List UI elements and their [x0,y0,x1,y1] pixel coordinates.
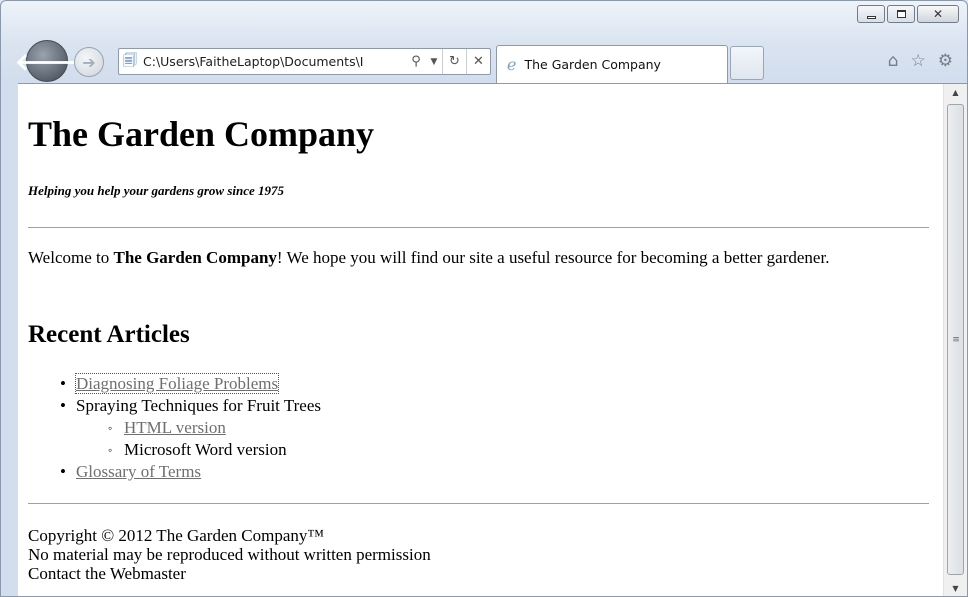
welcome-paragraph: Welcome to The Garden Company! We hope y… [28,247,908,269]
page-content: The Garden Company Helping you help your… [18,84,943,596]
contact-webmaster: Contact the Webmaster [28,564,186,583]
refresh-icon[interactable]: ↻ [442,49,466,74]
permission-notice: No material may be reproduced without wr… [28,545,431,564]
browser-window: ✕ 🡐 ➔ 🗐 C:\Users\FaitheLaptop\Documents\… [0,0,968,597]
bottom-divider [28,503,929,504]
home-icon[interactable]: ⌂ [888,51,899,71]
bullet: • [60,396,66,415]
window-caption-buttons: ✕ [857,5,959,23]
vertical-scrollbar[interactable]: ▲ ≡ ▼ [943,84,967,596]
forward-button[interactable]: ➔ [74,47,104,77]
welcome-prefix: Welcome to [28,248,114,267]
back-arrow-icon: 🡐 [14,47,80,76]
minimize-icon [866,15,876,19]
article-link-html-version[interactable]: HTML version [124,418,226,437]
scroll-thumb[interactable]: ≡ [947,104,964,575]
site-title: The Garden Company [28,114,375,154]
list-item: • Spraying Techniques for Fruit Trees [28,395,321,417]
stop-icon[interactable]: ✕ [466,49,490,74]
footer: Copyright © 2012 The Garden Company™ No … [28,526,431,583]
article-label-word-version: Microsoft Word version [124,440,287,459]
welcome-company-name: The Garden Company [113,248,277,267]
back-button[interactable]: 🡐 [15,40,79,82]
forward-arrow-icon: ➔ [82,52,96,72]
tab-the-garden-company[interactable]: ℯ The Garden Company [496,45,728,83]
scroll-up-icon[interactable]: ▲ [944,84,967,101]
welcome-suffix: ! We hope you will find our site a usefu… [276,248,830,267]
close-icon: ✕ [932,7,944,21]
tab-title: The Garden Company [524,57,661,72]
dropdown-icon[interactable]: ▼ [426,49,442,74]
address-input[interactable]: C:\Users\FaitheLaptop\Documents\I [141,54,406,69]
new-tab-button[interactable] [730,46,764,80]
recent-articles-heading: Recent Articles [28,321,190,348]
maximize-icon [896,10,906,18]
article-link-glossary[interactable]: Glossary of Terms [76,462,201,481]
circle-bullet: ◦ [108,443,113,457]
article-label-spraying-techniques: Spraying Techniques for Fruit Trees [76,396,321,415]
article-link-diagnosing-foliage[interactable]: Diagnosing Foliage Problems [74,373,280,394]
minimize-button[interactable] [857,5,885,23]
page-icon: 🗐 [123,52,137,69]
browser-tools: ⌂ ☆ ⚙ [888,51,953,71]
tagline: Helping you help your gardens grow since… [28,183,285,198]
gear-icon[interactable]: ⚙ [938,51,953,71]
search-icon[interactable]: ⚲ [406,49,426,74]
bullet: • [60,374,66,393]
favorites-star-icon[interactable]: ☆ [911,51,926,71]
list-item: • Diagnosing Foliage Problems [28,373,321,395]
top-divider [28,227,929,228]
sub-list-item: ◦ Microsoft Word version [28,439,321,461]
close-button[interactable]: ✕ [917,5,959,23]
address-bar[interactable]: 🗐 C:\Users\FaitheLaptop\Documents\I ⚲ ▼ … [118,48,491,75]
scroll-down-icon[interactable]: ▼ [944,580,967,596]
page-viewport: The Garden Company Helping you help your… [18,83,967,596]
sub-list-item: ◦ HTML version [28,417,321,439]
articles-list: • Diagnosing Foliage Problems • Spraying… [28,373,321,483]
ie-page-icon: ℯ [507,55,517,74]
copyright-text: Copyright © 2012 The Garden Company™ [28,526,325,545]
bullet: • [60,462,66,481]
circle-bullet: ◦ [108,421,113,435]
maximize-button[interactable] [887,5,915,23]
list-item: • Glossary of Terms [28,461,321,483]
